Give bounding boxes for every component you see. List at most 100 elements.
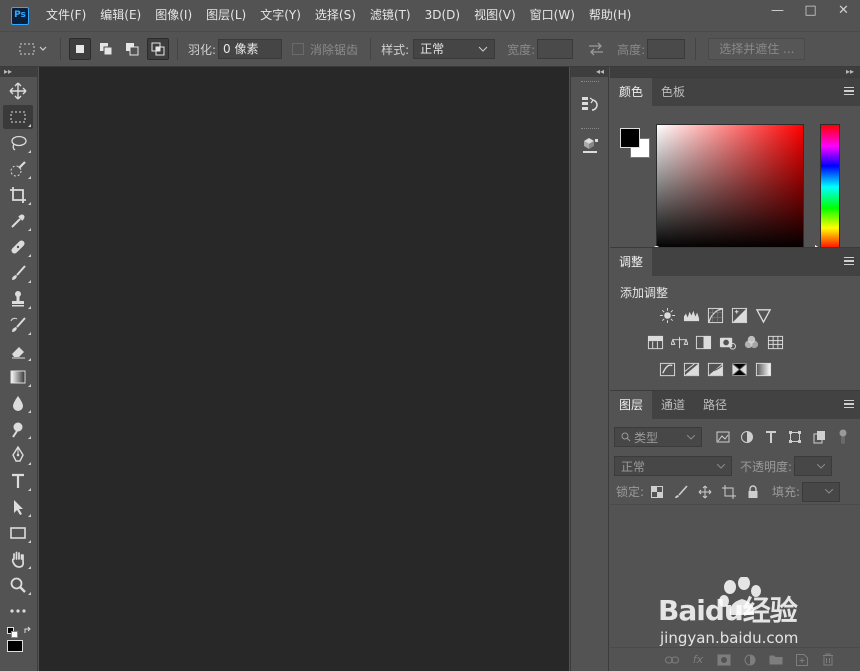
swap-colors-icon[interactable]: [23, 626, 33, 636]
menu-edit[interactable]: 编辑(E): [93, 0, 148, 31]
document-canvas[interactable]: [39, 67, 569, 671]
filter-toggle-icon[interactable]: [834, 428, 852, 446]
rect-marquee-tool-icon[interactable]: [3, 105, 33, 129]
brightness-icon[interactable]: [658, 306, 676, 324]
dodge-tool-icon[interactable]: [3, 417, 33, 441]
filter-pixel-icon[interactable]: [714, 428, 732, 446]
color-picker-field[interactable]: [653, 124, 804, 253]
menu-file[interactable]: 文件(F): [39, 0, 93, 31]
color-lookup-icon[interactable]: [766, 333, 784, 351]
channel-mixer-icon[interactable]: [742, 333, 760, 351]
history-brush-tool-icon[interactable]: [3, 313, 33, 337]
feather-input[interactable]: 0 像素: [218, 39, 283, 59]
rectangle-tool-icon[interactable]: [3, 521, 33, 545]
layer-style-fx-icon[interactable]: fx: [690, 652, 706, 668]
history-panel-icon[interactable]: [575, 92, 605, 116]
foreground-swatch[interactable]: [7, 640, 23, 652]
delete-layer-icon[interactable]: [820, 652, 836, 668]
exposure-icon[interactable]: [730, 306, 748, 324]
panel-menu-icon[interactable]: [844, 257, 854, 265]
clone-stamp-tool-icon[interactable]: [3, 287, 33, 311]
gradient-map-icon[interactable]: [754, 360, 772, 378]
filter-adjustment-icon[interactable]: [738, 428, 756, 446]
menu-filter[interactable]: 滤镜(T): [363, 0, 418, 31]
pen-tool-icon[interactable]: [3, 443, 33, 467]
crop-tool-icon[interactable]: [3, 183, 33, 207]
lock-artboard-icon[interactable]: [720, 483, 738, 501]
tab-adjustments[interactable]: 调整: [610, 248, 653, 276]
tool-preset-picker[interactable]: [16, 38, 52, 60]
zoom-tool-icon[interactable]: [3, 573, 33, 597]
new-adjustment-layer-icon[interactable]: [742, 652, 758, 668]
photo-filter-icon[interactable]: [718, 333, 736, 351]
menu-select[interactable]: 选择(S): [308, 0, 363, 31]
maximize-button[interactable]: □: [794, 0, 827, 20]
threshold-icon[interactable]: [706, 360, 724, 378]
collapse-panels-icon[interactable]: ▸▸: [610, 67, 860, 77]
add-to-selection-button[interactable]: [95, 38, 117, 60]
gradient-tool-icon[interactable]: [3, 365, 33, 389]
close-button[interactable]: ✕: [827, 0, 860, 20]
hand-tool-icon[interactable]: [3, 547, 33, 571]
brush-tool-icon[interactable]: [3, 261, 33, 285]
menu-layer[interactable]: 图层(L): [199, 0, 253, 31]
lock-position-icon[interactable]: [696, 483, 714, 501]
lasso-tool-icon[interactable]: [3, 131, 33, 155]
type-tool-icon[interactable]: [3, 469, 33, 493]
intersect-selection-button[interactable]: [147, 38, 169, 60]
properties-3d-panel-icon[interactable]: [575, 133, 605, 157]
levels-icon[interactable]: [682, 306, 700, 324]
color-balance-icon[interactable]: [670, 333, 688, 351]
color-swatches[interactable]: [3, 625, 34, 652]
menu-image[interactable]: 图像(I): [148, 0, 199, 31]
vibrance-icon[interactable]: [754, 306, 772, 324]
blend-mode-select[interactable]: 正常: [614, 456, 732, 476]
swap-arrows-icon[interactable]: [587, 42, 605, 56]
menu-type[interactable]: 文字(Y): [253, 0, 308, 31]
filter-smart-object-icon[interactable]: [810, 428, 828, 446]
more-tools-icon[interactable]: [3, 599, 33, 623]
eraser-tool-icon[interactable]: [3, 339, 33, 363]
new-group-folder-icon[interactable]: [768, 652, 784, 668]
eyedropper-tool-icon[interactable]: [3, 209, 33, 233]
tab-color[interactable]: 颜色: [610, 78, 653, 106]
add-mask-icon[interactable]: [716, 652, 732, 668]
filter-type-icon[interactable]: [762, 428, 780, 446]
posterize-icon[interactable]: [682, 360, 700, 378]
filter-shape-icon[interactable]: [786, 428, 804, 446]
blur-tool-icon[interactable]: [3, 391, 33, 415]
menu-3d[interactable]: 3D(D): [418, 0, 467, 31]
move-tool-icon[interactable]: [3, 79, 33, 103]
black-white-icon[interactable]: [694, 333, 712, 351]
menu-view[interactable]: 视图(V): [467, 0, 523, 31]
lock-all-icon[interactable]: [744, 483, 762, 501]
healing-brush-tool-icon[interactable]: [3, 235, 33, 259]
new-layer-icon[interactable]: [794, 652, 810, 668]
menu-help[interactable]: 帮助(H): [582, 0, 638, 31]
panel-menu-icon[interactable]: [844, 400, 854, 408]
menu-window[interactable]: 窗口(W): [523, 0, 582, 31]
subtract-from-selection-button[interactable]: [121, 38, 143, 60]
opacity-input[interactable]: [794, 456, 833, 476]
tab-channels[interactable]: 通道: [652, 391, 694, 419]
height-input[interactable]: [647, 39, 686, 59]
quick-select-tool-icon[interactable]: [3, 157, 33, 181]
hue-slider[interactable]: [815, 124, 840, 253]
tab-swatches[interactable]: 色板: [652, 78, 694, 106]
select-and-mask-button[interactable]: 选择并遮住 ...: [708, 38, 806, 60]
fill-input[interactable]: [802, 481, 841, 502]
tab-paths[interactable]: 路径: [694, 391, 736, 419]
antialias-checkbox[interactable]: [292, 43, 305, 55]
selective-color-icon[interactable]: [730, 360, 748, 378]
style-select[interactable]: 正常: [413, 39, 496, 59]
panel-menu-icon[interactable]: [844, 87, 854, 95]
lock-pixels-icon[interactable]: [672, 483, 690, 501]
tab-layers[interactable]: 图层: [610, 391, 653, 419]
path-select-tool-icon[interactable]: [3, 495, 33, 519]
hue-saturation-icon[interactable]: [646, 333, 664, 351]
collapse-arrows-icon[interactable]: ▸▸: [0, 67, 37, 77]
curves-icon[interactable]: [706, 306, 724, 324]
minimize-button[interactable]: —: [761, 0, 794, 20]
layer-filter-select[interactable]: 类型: [614, 427, 702, 447]
invert-icon[interactable]: [658, 360, 676, 378]
